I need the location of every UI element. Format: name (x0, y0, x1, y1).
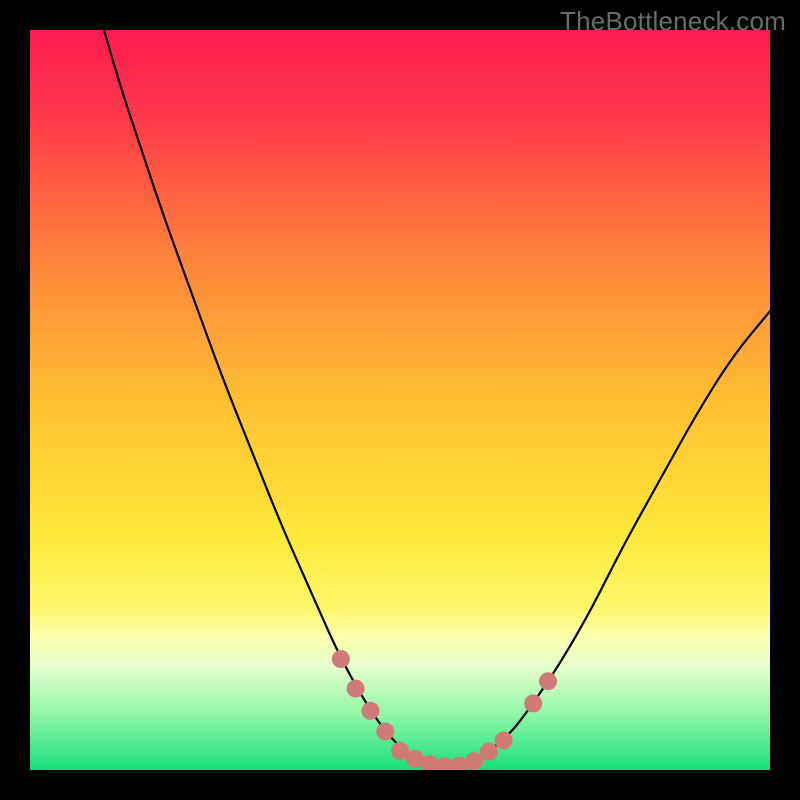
curve-marker (480, 743, 498, 761)
curve-marker (376, 723, 394, 741)
bottleneck-curve (30, 30, 770, 770)
plot-area (30, 30, 770, 770)
curve-marker (539, 672, 557, 690)
curve-marker (332, 650, 350, 668)
chart-stage: TheBottleneck.com (0, 0, 800, 800)
curve-line (104, 30, 770, 766)
curve-marker (347, 680, 365, 698)
watermark-label: TheBottleneck.com (560, 6, 786, 37)
curve-marker (495, 731, 513, 749)
curve-marker (465, 752, 483, 770)
curve-markers (332, 650, 557, 770)
curve-marker (361, 702, 379, 720)
curve-marker (524, 694, 542, 712)
